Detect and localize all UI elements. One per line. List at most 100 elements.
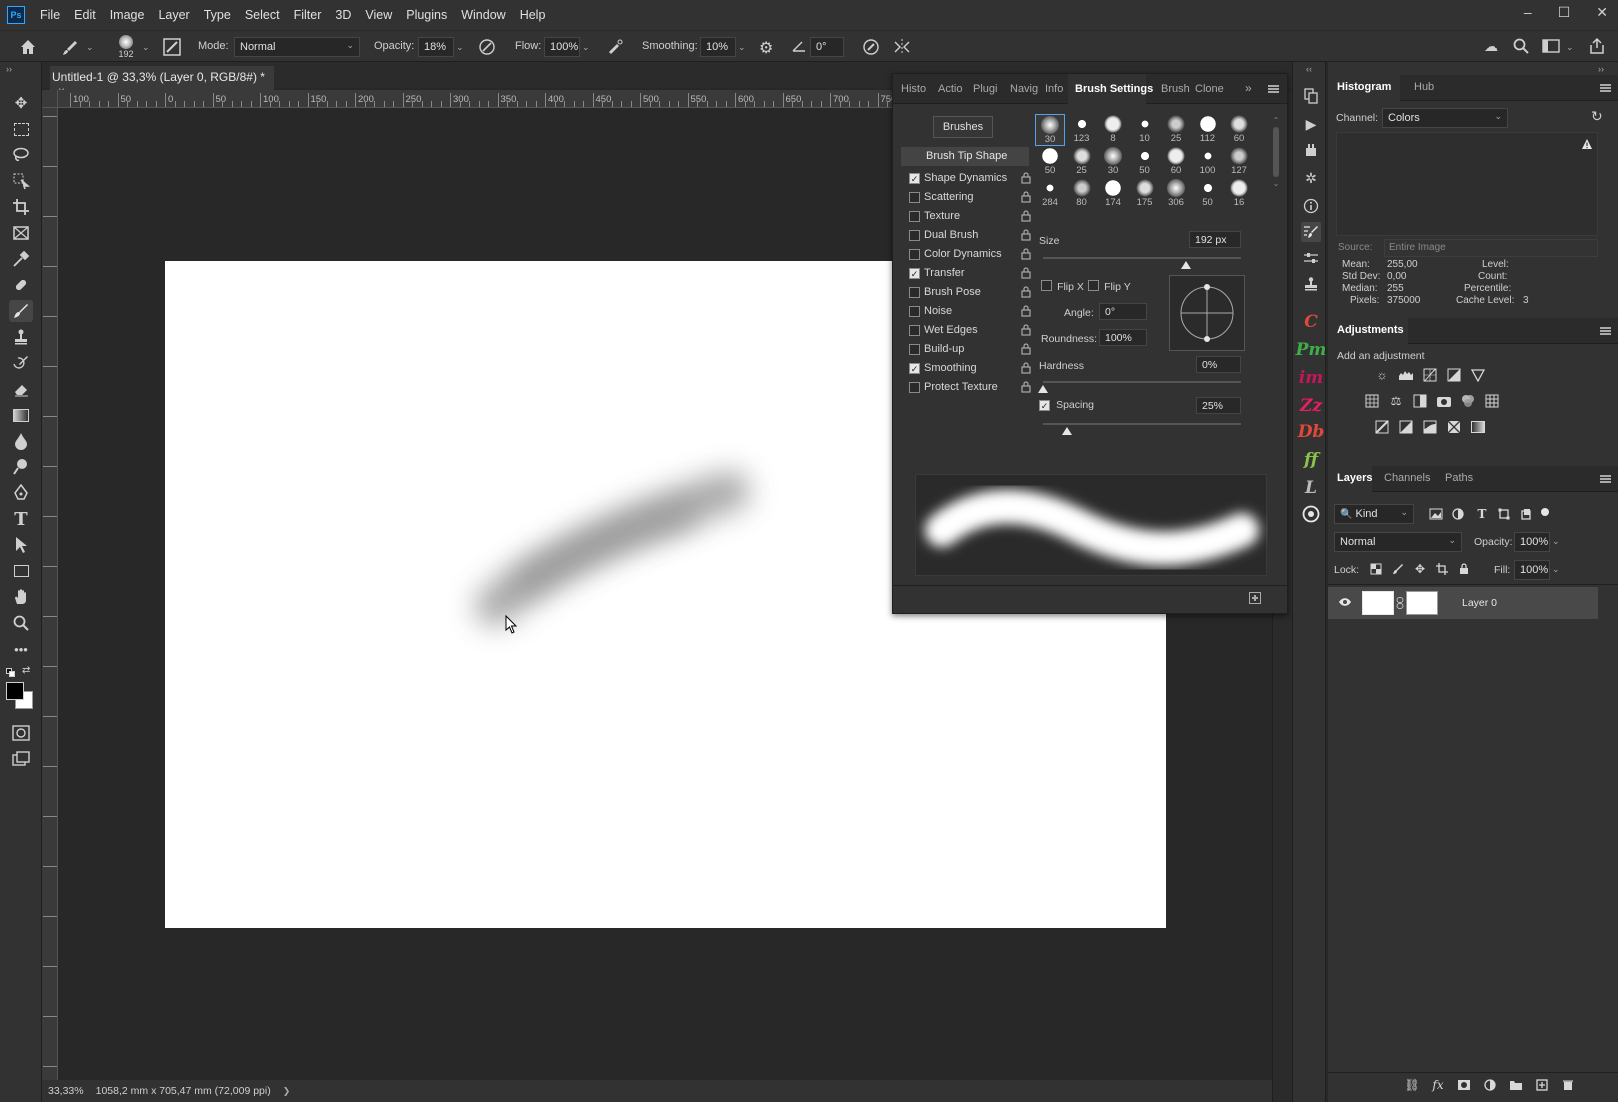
tab-history[interactable]: Histo (901, 83, 926, 95)
zoom-level[interactable]: 33,33% (48, 1085, 84, 1097)
brush-option-build-up[interactable]: Build-up (909, 341, 1033, 359)
layer-name[interactable]: Layer 0 (1462, 597, 1497, 609)
tab-actions[interactable]: Actio (938, 83, 962, 95)
workspace-icon[interactable] (1542, 38, 1560, 54)
lock-icon[interactable] (1021, 248, 1031, 260)
brush-option-noise[interactable]: Noise (909, 303, 1033, 321)
zoom-tool-icon[interactable] (9, 612, 33, 634)
brush-option-dual-brush[interactable]: Dual Brush (909, 227, 1033, 245)
brush-picker[interactable]: 192 (112, 33, 140, 61)
delete-layer-icon[interactable] (1560, 1078, 1576, 1092)
menu-image[interactable]: Image (103, 8, 152, 22)
brush-option-wet-edges[interactable]: Wet Edges (909, 322, 1033, 340)
lock-all-icon[interactable] (1456, 562, 1472, 576)
brushes-panel-icon[interactable] (1301, 248, 1321, 268)
brush-preset[interactable]: 50 (1130, 146, 1160, 178)
quick-mask-icon[interactable] (9, 722, 33, 744)
source-select[interactable]: Entire Image (1384, 239, 1598, 257)
fill-field[interactable]: 100% (1514, 560, 1550, 580)
share-icon[interactable] (1588, 37, 1606, 55)
spacing-field[interactable]: 25% (1196, 397, 1241, 414)
chevron-down-icon[interactable]: ⌄ (582, 42, 590, 53)
hardness-field[interactable]: 0% (1196, 356, 1241, 373)
plugin-c-icon[interactable]: C (1301, 312, 1321, 332)
brush-settings-icon[interactable] (1301, 222, 1321, 242)
chevron-down-icon[interactable]: ⌄ (1552, 564, 1560, 575)
lock-icon[interactable] (1021, 362, 1031, 374)
clone-stamp-tool-icon[interactable] (9, 326, 33, 348)
hue-saturation-icon[interactable] (1364, 394, 1380, 408)
black-white-icon[interactable] (1412, 394, 1428, 408)
checkbox[interactable] (909, 344, 920, 355)
new-group-icon[interactable] (1508, 1078, 1524, 1092)
size-slider-thumb[interactable] (1180, 261, 1191, 269)
checkbox[interactable] (909, 306, 920, 317)
lock-icon[interactable] (1021, 191, 1031, 203)
warning-icon[interactable] (1581, 138, 1593, 150)
path-selection-tool-icon[interactable] (9, 534, 33, 556)
brush-option-brush-pose[interactable]: Brush Pose (909, 284, 1033, 302)
menu-view[interactable]: View (358, 8, 399, 22)
gradient-map-icon[interactable] (1470, 420, 1486, 434)
dodge-tool-icon[interactable] (9, 456, 33, 478)
brush-preset[interactable]: 306 (1161, 178, 1191, 210)
chevron-down-icon[interactable]: ⌄ (142, 42, 150, 53)
flip-x-box[interactable] (1041, 280, 1052, 291)
filter-adjustment-icon[interactable] (1450, 507, 1466, 521)
brush-option-color-dynamics[interactable]: Color Dynamics (909, 246, 1033, 264)
airbrush-icon[interactable] (606, 38, 624, 56)
status-menu-arrow[interactable]: ❯ (283, 1086, 291, 1097)
brush-preset[interactable]: 30 (1035, 114, 1065, 146)
filter-toggle-icon[interactable] (1541, 508, 1549, 516)
crop-tool-icon[interactable] (9, 196, 33, 218)
photo-filter-icon[interactable] (1436, 394, 1452, 408)
menu-3d[interactable]: 3D (328, 8, 358, 22)
collapse-toolbar-icon[interactable]: ›› (6, 64, 12, 74)
brush-preset[interactable]: 174 (1098, 178, 1128, 210)
lock-icon[interactable] (1021, 267, 1031, 279)
lasso-tool-icon[interactable] (9, 144, 33, 166)
lock-icon[interactable] (1021, 210, 1031, 222)
curves-icon[interactable] (1422, 368, 1438, 382)
pen-tool-icon[interactable] (9, 482, 33, 504)
flip-y-box[interactable] (1088, 280, 1099, 291)
brush-preset[interactable]: 10 (1130, 114, 1160, 146)
lock-icon[interactable] (1021, 381, 1031, 393)
spacing-slider-track[interactable] (1043, 423, 1241, 425)
chevron-down-icon[interactable]: ⌄ (1566, 42, 1574, 53)
history-brush-tool-icon[interactable] (9, 352, 33, 374)
menu-select[interactable]: Select (238, 8, 287, 22)
color-lookup-icon[interactable] (1484, 394, 1500, 408)
search-icon[interactable] (1512, 37, 1530, 55)
preset-scrollbar[interactable]: ⌃ ⌄ (1272, 116, 1280, 216)
invert-icon[interactable] (1374, 420, 1390, 434)
brush-tool-preset-icon[interactable] (60, 38, 80, 58)
tab-navigator[interactable]: Navig (1010, 83, 1038, 95)
chevron-down-icon[interactable]: ⌄ (456, 42, 464, 53)
selective-color-icon[interactable] (1446, 420, 1462, 434)
menu-type[interactable]: Type (197, 8, 238, 22)
eyedropper-tool-icon[interactable] (9, 248, 33, 270)
color-balance-icon[interactable]: ⚖ (1388, 394, 1404, 408)
lock-position-icon[interactable]: ✥ (1412, 562, 1428, 576)
document-tab[interactable]: Untitled-1 @ 33,3% (Layer 0, RGB/8#) * × (50, 66, 274, 98)
brightness-contrast-icon[interactable]: ☼ (1374, 368, 1390, 382)
vibrance-icon[interactable] (1470, 368, 1486, 382)
spacing-slider-thumb[interactable] (1061, 427, 1072, 435)
brushes-button[interactable]: Brushes (933, 116, 993, 138)
plugin-circle-icon[interactable] (1301, 504, 1321, 524)
expand-tabs-icon[interactable]: » (1245, 81, 1252, 95)
minimize-button[interactable]: – (1524, 4, 1532, 21)
lock-icon[interactable] (1021, 286, 1031, 298)
brush-option-protect-texture[interactable]: Protect Texture (909, 379, 1033, 397)
spacing-checkbox[interactable]: ✓ Spacing (1039, 399, 1094, 411)
play-icon[interactable]: ▶ (1301, 114, 1321, 134)
angle-field[interactable]: 0° (810, 37, 844, 57)
eraser-tool-icon[interactable] (9, 378, 33, 400)
checkbox[interactable]: ✓ (909, 173, 920, 184)
chevron-down-icon[interactable]: ⌄ (738, 42, 746, 53)
brush-preset[interactable]: 60 (1224, 114, 1254, 146)
checkbox[interactable] (909, 192, 920, 203)
visibility-eye-icon[interactable] (1338, 597, 1352, 607)
panel-menu-icon[interactable] (1600, 84, 1611, 92)
